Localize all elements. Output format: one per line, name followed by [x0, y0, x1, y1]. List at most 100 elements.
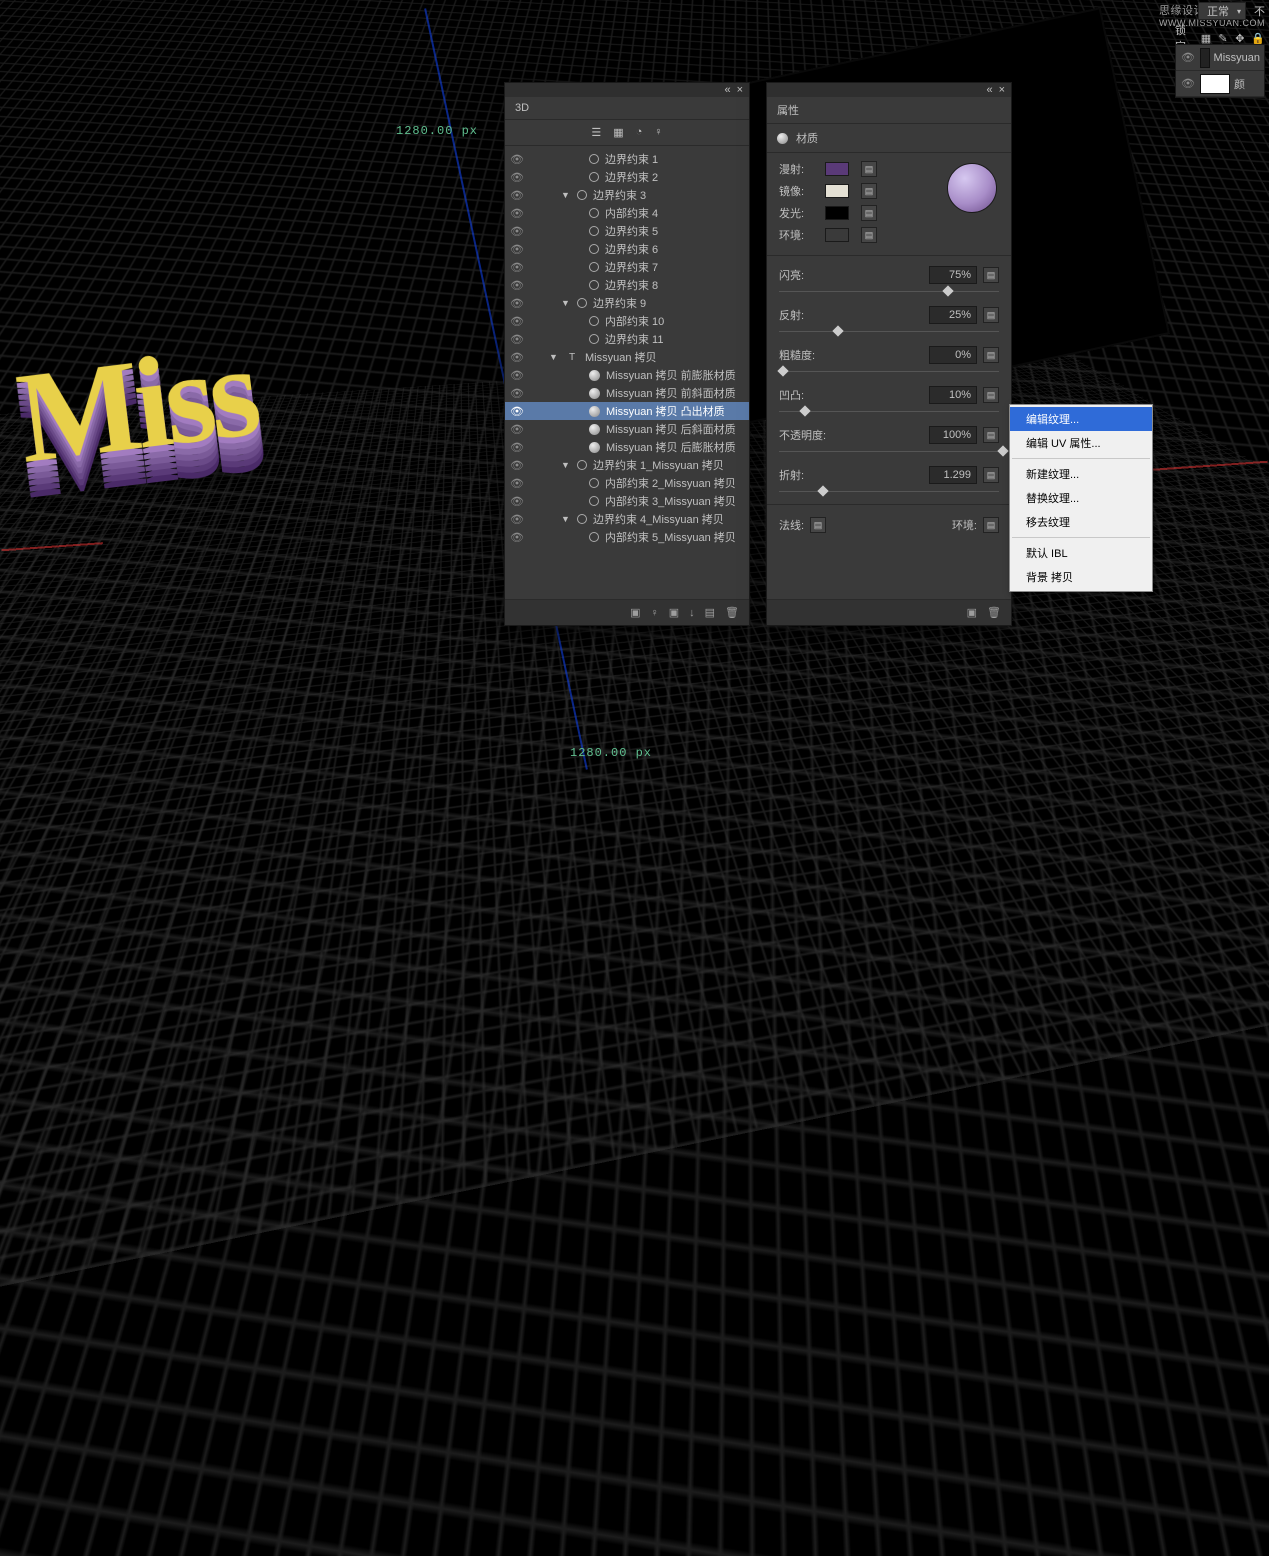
visibility-eye-icon[interactable]: 👁 — [1180, 51, 1196, 64]
texture-folder-icon[interactable]: ▤ — [983, 347, 999, 363]
tree-row[interactable]: 👁Missyuan 拷贝 前膨胀材质 — [505, 366, 749, 384]
visibility-eye-icon[interactable]: 👁 — [509, 153, 525, 166]
menu-item[interactable]: 默认 IBL — [1010, 541, 1152, 565]
slider-track[interactable] — [779, 326, 999, 338]
filter-light-icon[interactable]: ♀ — [654, 126, 662, 139]
menu-item[interactable]: 替换纹理... — [1010, 486, 1152, 510]
disclosure-caret-icon[interactable]: ▼ — [561, 190, 571, 200]
close-icon[interactable]: × — [737, 84, 743, 96]
tree-row[interactable]: 👁内部约束 10 — [505, 312, 749, 330]
tree-row[interactable]: 👁▼边界约束 4_Missyuan 拷贝 — [505, 510, 749, 528]
slider-track[interactable] — [779, 406, 999, 418]
normal-folder-icon[interactable]: ▤ — [810, 517, 826, 533]
new-layer-icon[interactable]: ▣ — [630, 606, 640, 619]
tree-row[interactable]: 👁边界约束 5 — [505, 222, 749, 240]
visibility-eye-icon[interactable]: 👁 — [509, 243, 525, 256]
texture-folder-icon[interactable]: ▤ — [983, 427, 999, 443]
tree-row[interactable]: 👁▼边界约束 1_Missyuan 拷贝 — [505, 456, 749, 474]
text-3d[interactable]: Miss — [10, 316, 263, 494]
visibility-eye-icon[interactable]: 👁 — [509, 315, 525, 328]
disclosure-caret-icon[interactable]: ▼ — [549, 352, 559, 362]
visibility-eye-icon[interactable]: 👁 — [509, 459, 525, 472]
env-folder-icon[interactable]: ▤ — [983, 517, 999, 533]
texture-folder-icon[interactable]: ▤ — [983, 387, 999, 403]
texture-folder-icon[interactable]: ▤ — [983, 267, 999, 283]
filter-mesh-icon[interactable]: ▦ — [613, 126, 623, 139]
slider-value[interactable]: 1.299 — [929, 466, 977, 484]
lock-brush-icon[interactable]: ✎ — [1217, 32, 1228, 45]
texture-folder-icon[interactable]: ▤ — [861, 227, 877, 243]
disclosure-caret-icon[interactable]: ▼ — [561, 298, 571, 308]
disclosure-caret-icon[interactable]: ▼ — [561, 514, 571, 524]
color-swatch[interactable] — [825, 228, 849, 242]
tree-row[interactable]: 👁Missyuan 拷贝 凸出材质 — [505, 402, 749, 420]
collapse-icon[interactable]: « — [724, 84, 730, 96]
slider-thumb[interactable] — [942, 285, 953, 296]
render-icon[interactable]: ↓ — [689, 607, 695, 619]
color-swatch[interactable] — [825, 162, 849, 176]
visibility-eye-icon[interactable]: 👁 — [509, 207, 525, 220]
light-icon[interactable]: ♀ — [650, 607, 658, 619]
filter-material-icon[interactable]: ◔ — [636, 126, 643, 139]
menu-item[interactable]: 编辑 UV 属性... — [1010, 431, 1152, 455]
menu-item[interactable]: 背景 拷贝 — [1010, 565, 1152, 589]
context-menu[interactable]: 编辑纹理...编辑 UV 属性...新建纹理...替换纹理...移去纹理默认 I… — [1009, 404, 1153, 592]
tree-row[interactable]: 👁内部约束 3_Missyuan 拷贝 — [505, 492, 749, 510]
trash-icon[interactable]: 🗑 — [987, 606, 1001, 619]
visibility-eye-icon[interactable]: 👁 — [509, 279, 525, 292]
visibility-eye-icon[interactable]: 👁 — [509, 477, 525, 490]
slider-track[interactable] — [779, 286, 999, 298]
texture-folder-icon[interactable]: ▤ — [861, 205, 877, 221]
layer-row[interactable]: 👁颜 — [1176, 71, 1264, 97]
menu-item[interactable]: 编辑纹理... — [1010, 407, 1152, 431]
tree-row[interactable]: 👁边界约束 6 — [505, 240, 749, 258]
panel-properties-tab[interactable]: 属性 — [767, 97, 1011, 124]
visibility-eye-icon[interactable]: 👁 — [509, 513, 525, 526]
trash-icon[interactable]: 🗑 — [725, 606, 739, 619]
tree-row[interactable]: 👁内部约束 5_Missyuan 拷贝 — [505, 528, 749, 546]
slider-value[interactable]: 100% — [929, 426, 977, 444]
slider-thumb[interactable] — [777, 365, 788, 376]
render-icon[interactable]: ▣ — [967, 606, 977, 619]
visibility-eye-icon[interactable]: 👁 — [509, 369, 525, 382]
visibility-eye-icon[interactable]: 👁 — [509, 333, 525, 346]
slider-value[interactable]: 10% — [929, 386, 977, 404]
layers-panel[interactable]: 👁Missyuan👁颜 — [1175, 44, 1265, 98]
tree-row[interactable]: 👁边界约束 2 — [505, 168, 749, 186]
tree-row[interactable]: 👁Missyuan 拷贝 前斜面材质 — [505, 384, 749, 402]
lock-all-icon[interactable]: 🔒 — [1251, 32, 1265, 45]
layer-row[interactable]: 👁Missyuan — [1176, 45, 1264, 71]
texture-folder-icon[interactable]: ▤ — [983, 307, 999, 323]
visibility-eye-icon[interactable]: 👁 — [509, 387, 525, 400]
slider-thumb[interactable] — [832, 325, 843, 336]
color-swatch[interactable] — [825, 206, 849, 220]
slider-track[interactable] — [779, 366, 999, 378]
texture-folder-icon[interactable]: ▤ — [983, 467, 999, 483]
slider-track[interactable] — [779, 486, 999, 498]
visibility-eye-icon[interactable]: 👁 — [509, 171, 525, 184]
panel-3d-tree[interactable]: 👁边界约束 1👁边界约束 2👁▼边界约束 3👁内部约束 4👁边界约束 5👁边界约… — [505, 146, 749, 599]
panel-3d-tab[interactable]: 3D — [505, 97, 749, 120]
effects-icon[interactable]: ▤ — [705, 606, 715, 619]
visibility-eye-icon[interactable]: 👁 — [509, 189, 525, 202]
color-swatch[interactable] — [825, 184, 849, 198]
visibility-eye-icon[interactable]: 👁 — [509, 261, 525, 274]
slider-thumb[interactable] — [817, 485, 828, 496]
blend-mode-dropdown[interactable]: 正常 — [1198, 2, 1246, 20]
texture-folder-icon[interactable]: ▤ — [861, 161, 877, 177]
slider-value[interactable]: 75% — [929, 266, 977, 284]
visibility-eye-icon[interactable]: 👁 — [509, 297, 525, 310]
tree-row[interactable]: 👁▼TMissyuan 拷贝 — [505, 348, 749, 366]
tree-row[interactable]: 👁Missyuan 拷贝 后膨胀材质 — [505, 438, 749, 456]
tree-row[interactable]: 👁▼边界约束 3 — [505, 186, 749, 204]
slider-thumb[interactable] — [799, 405, 810, 416]
tree-row[interactable]: 👁▼边界约束 9 — [505, 294, 749, 312]
tree-row[interactable]: 👁内部约束 2_Missyuan 拷贝 — [505, 474, 749, 492]
tree-row[interactable]: 👁边界约束 1 — [505, 150, 749, 168]
visibility-eye-icon[interactable]: 👁 — [509, 441, 525, 454]
slider-thumb[interactable] — [997, 445, 1008, 456]
material-preview[interactable] — [947, 163, 997, 213]
visibility-eye-icon[interactable]: 👁 — [509, 225, 525, 238]
visibility-eye-icon[interactable]: 👁 — [509, 495, 525, 508]
slider-value[interactable]: 0% — [929, 346, 977, 364]
